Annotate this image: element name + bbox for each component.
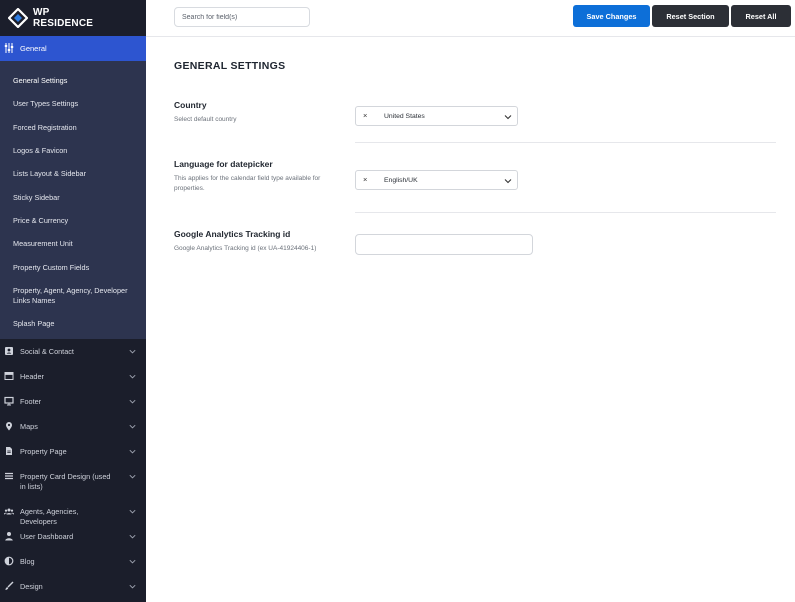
map-pin-icon	[6, 422, 12, 431]
chevron-down-icon	[129, 424, 136, 429]
language-field-description: This applies for the calendar field type…	[174, 175, 321, 192]
sidebar-item-blog[interactable]: Blog	[0, 549, 146, 574]
subnav-sticky-sidebar[interactable]: Sticky Sidebar	[13, 193, 133, 203]
brand-logo[interactable]: WP RESIDENCE	[8, 4, 93, 32]
brand-name: WP RESIDENCE	[33, 7, 93, 29]
sliders-icon	[4, 43, 14, 53]
brand-line-1: WP	[33, 7, 50, 18]
save-changes-button[interactable]: Save Changes	[573, 5, 650, 27]
document-icon	[6, 447, 12, 455]
top-toolbar: Save Changes Reset Section Reset All	[146, 0, 795, 37]
country-field-title: Country	[174, 100, 207, 110]
brand-line-2: RESIDENCE	[33, 18, 94, 29]
sidebar-submenu: General Settings User Types Settings For…	[0, 61, 146, 339]
sidebar-item-maps[interactable]: Maps	[0, 414, 146, 439]
subnav-forced-registration[interactable]: Forced Registration	[13, 123, 133, 133]
chevron-down-icon	[129, 534, 136, 539]
sidebar-item-agents-agencies-developers[interactable]: Agents, Agencies, Developers	[0, 499, 146, 526]
sidebar-item-label: General	[20, 44, 47, 53]
sidebar-item-property-card-design[interactable]: Property Card Design (used in lists)	[0, 464, 146, 499]
users-icon	[4, 508, 14, 515]
chevron-down-icon	[129, 584, 136, 589]
sidebar: WP RESIDENCE General General Settings Us…	[0, 0, 146, 602]
sidebar-item-label: Header	[20, 372, 44, 381]
user-icon	[5, 532, 13, 541]
country-select[interactable]: × United States	[355, 106, 518, 126]
sidebar-item-user-dashboard[interactable]: User Dashboard	[0, 524, 146, 549]
brush-icon	[5, 581, 14, 590]
chevron-down-icon	[504, 115, 512, 120]
divider	[355, 212, 776, 213]
analytics-tracking-id-input[interactable]	[355, 234, 533, 255]
page-title: GENERAL SETTINGS	[174, 60, 286, 72]
analytics-field-description: Google Analytics Tracking id (ex UA-4192…	[174, 245, 317, 252]
chevron-down-icon	[129, 399, 136, 404]
subnav-logos-favicon[interactable]: Logos & Favicon	[13, 146, 133, 156]
sidebar-item-label: Property Page	[20, 447, 67, 456]
contact-card-icon	[5, 347, 13, 355]
clear-selection-icon[interactable]: ×	[363, 175, 367, 184]
subnav-general-settings[interactable]: General Settings	[13, 76, 133, 86]
subnav-user-types-settings[interactable]: User Types Settings	[13, 99, 133, 109]
sidebar-item-footer[interactable]: Footer	[0, 389, 146, 414]
chevron-down-icon	[129, 374, 136, 379]
sidebar-item-general[interactable]: General	[0, 36, 146, 61]
chevron-down-icon	[129, 509, 136, 514]
reset-all-button[interactable]: Reset All	[731, 5, 791, 27]
search-input[interactable]	[174, 7, 310, 27]
header-icon	[4, 372, 14, 380]
language-select[interactable]: × English/UK	[355, 170, 518, 190]
sidebar-item-header[interactable]: Header	[0, 364, 146, 389]
subnav-price-currency[interactable]: Price & Currency	[13, 216, 133, 226]
sidebar-item-label: Footer	[20, 397, 42, 406]
sidebar-item-label: Blog	[20, 557, 35, 566]
language-field-title: Language for datepicker	[174, 159, 273, 169]
country-field-description: Select default country	[174, 116, 237, 123]
sidebar-item-label: Property Card Design (used in lists)	[20, 472, 111, 491]
sidebar-item-property-page[interactable]: Property Page	[0, 439, 146, 464]
subnav-property-custom-fields[interactable]: Property Custom Fields	[13, 263, 133, 273]
subnav-measurement-unit[interactable]: Measurement Unit	[13, 239, 133, 249]
chevron-down-icon	[504, 179, 512, 184]
country-select-value: United States	[384, 113, 425, 120]
analytics-field-title: Google Analytics Tracking id	[174, 229, 291, 239]
sidebar-item-label: Maps	[20, 422, 38, 431]
subnav-lists-layout-sidebar[interactable]: Lists Layout & Sidebar	[13, 169, 133, 179]
clear-selection-icon[interactable]: ×	[363, 111, 367, 120]
divider	[355, 142, 776, 143]
list-icon	[5, 472, 13, 480]
chevron-down-icon	[129, 349, 136, 354]
sidebar-item-label: User Dashboard	[20, 532, 74, 541]
reset-section-button[interactable]: Reset Section	[652, 5, 729, 27]
sidebar-item-label: Social & Contact	[20, 347, 74, 356]
subnav-links-names[interactable]: Property, Agent, Agency, Developer Links…	[13, 286, 133, 305]
chevron-down-icon	[129, 559, 136, 564]
half-circle-icon	[4, 556, 14, 566]
sidebar-item-social-contact[interactable]: Social & Contact	[0, 339, 146, 364]
sidebar-item-design[interactable]: Design	[0, 574, 146, 599]
sidebar-item-label: Design	[20, 582, 43, 591]
subnav-splash-page[interactable]: Splash Page	[13, 319, 133, 329]
chevron-down-icon	[129, 449, 136, 454]
logo-icon	[8, 8, 28, 28]
language-select-value: English/UK	[384, 177, 418, 184]
chevron-down-icon	[129, 474, 136, 479]
monitor-icon	[4, 396, 14, 406]
